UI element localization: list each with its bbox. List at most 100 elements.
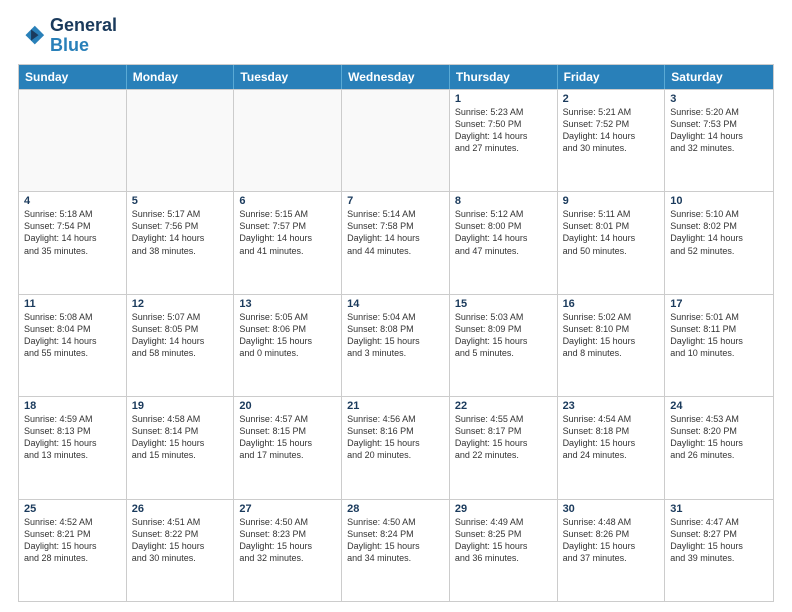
cell-text: Sunrise: 5:07 AM Sunset: 8:05 PM Dayligh… [132,311,229,360]
day-number: 2 [563,93,660,105]
cal-cell: 27Sunrise: 4:50 AM Sunset: 8:23 PM Dayli… [234,500,342,601]
cell-text: Sunrise: 4:50 AM Sunset: 8:24 PM Dayligh… [347,516,444,565]
day-number: 21 [347,400,444,412]
cell-text: Sunrise: 4:47 AM Sunset: 8:27 PM Dayligh… [670,516,768,565]
day-number: 1 [455,93,552,105]
cell-text: Sunrise: 4:50 AM Sunset: 8:23 PM Dayligh… [239,516,336,565]
day-number: 19 [132,400,229,412]
day-number: 7 [347,195,444,207]
cell-text: Sunrise: 5:01 AM Sunset: 8:11 PM Dayligh… [670,311,768,360]
cal-header-sunday: Sunday [19,65,127,89]
day-number: 14 [347,298,444,310]
cal-cell: 6Sunrise: 5:15 AM Sunset: 7:57 PM Daylig… [234,192,342,293]
cal-cell: 12Sunrise: 5:07 AM Sunset: 8:05 PM Dayli… [127,295,235,396]
header: General Blue [18,16,774,56]
day-number: 5 [132,195,229,207]
cal-cell: 17Sunrise: 5:01 AM Sunset: 8:11 PM Dayli… [665,295,773,396]
cell-text: Sunrise: 5:02 AM Sunset: 8:10 PM Dayligh… [563,311,660,360]
cal-cell [342,90,450,191]
cal-cell: 1Sunrise: 5:23 AM Sunset: 7:50 PM Daylig… [450,90,558,191]
day-number: 10 [670,195,768,207]
cal-cell: 19Sunrise: 4:58 AM Sunset: 8:14 PM Dayli… [127,397,235,498]
page: General Blue SundayMondayTuesdayWednesda… [0,0,792,612]
day-number: 31 [670,503,768,515]
day-number: 13 [239,298,336,310]
day-number: 16 [563,298,660,310]
cal-row-1: 4Sunrise: 5:18 AM Sunset: 7:54 PM Daylig… [19,191,773,293]
cal-cell: 21Sunrise: 4:56 AM Sunset: 8:16 PM Dayli… [342,397,450,498]
cal-cell: 8Sunrise: 5:12 AM Sunset: 8:00 PM Daylig… [450,192,558,293]
cell-text: Sunrise: 5:14 AM Sunset: 7:58 PM Dayligh… [347,208,444,257]
cell-text: Sunrise: 4:52 AM Sunset: 8:21 PM Dayligh… [24,516,121,565]
cell-text: Sunrise: 4:55 AM Sunset: 8:17 PM Dayligh… [455,413,552,462]
cell-text: Sunrise: 5:21 AM Sunset: 7:52 PM Dayligh… [563,106,660,155]
calendar: SundayMondayTuesdayWednesdayThursdayFrid… [18,64,774,602]
calendar-header-row: SundayMondayTuesdayWednesdayThursdayFrid… [19,65,773,89]
cal-cell: 24Sunrise: 4:53 AM Sunset: 8:20 PM Dayli… [665,397,773,498]
cal-cell [127,90,235,191]
cal-row-4: 25Sunrise: 4:52 AM Sunset: 8:21 PM Dayli… [19,499,773,601]
cal-cell: 14Sunrise: 5:04 AM Sunset: 8:08 PM Dayli… [342,295,450,396]
cal-header-wednesday: Wednesday [342,65,450,89]
cell-text: Sunrise: 4:53 AM Sunset: 8:20 PM Dayligh… [670,413,768,462]
cell-text: Sunrise: 5:12 AM Sunset: 8:00 PM Dayligh… [455,208,552,257]
day-number: 26 [132,503,229,515]
day-number: 28 [347,503,444,515]
day-number: 11 [24,298,121,310]
day-number: 18 [24,400,121,412]
cal-cell: 16Sunrise: 5:02 AM Sunset: 8:10 PM Dayli… [558,295,666,396]
cal-cell: 3Sunrise: 5:20 AM Sunset: 7:53 PM Daylig… [665,90,773,191]
cell-text: Sunrise: 5:17 AM Sunset: 7:56 PM Dayligh… [132,208,229,257]
day-number: 9 [563,195,660,207]
cal-cell: 20Sunrise: 4:57 AM Sunset: 8:15 PM Dayli… [234,397,342,498]
cal-cell: 11Sunrise: 5:08 AM Sunset: 8:04 PM Dayli… [19,295,127,396]
day-number: 6 [239,195,336,207]
logo: General Blue [18,16,117,56]
cal-header-tuesday: Tuesday [234,65,342,89]
cell-text: Sunrise: 5:08 AM Sunset: 8:04 PM Dayligh… [24,311,121,360]
cell-text: Sunrise: 4:54 AM Sunset: 8:18 PM Dayligh… [563,413,660,462]
day-number: 20 [239,400,336,412]
cal-cell: 10Sunrise: 5:10 AM Sunset: 8:02 PM Dayli… [665,192,773,293]
cal-cell: 13Sunrise: 5:05 AM Sunset: 8:06 PM Dayli… [234,295,342,396]
cal-header-thursday: Thursday [450,65,558,89]
cal-header-saturday: Saturday [665,65,773,89]
day-number: 27 [239,503,336,515]
day-number: 25 [24,503,121,515]
day-number: 23 [563,400,660,412]
cell-text: Sunrise: 5:18 AM Sunset: 7:54 PM Dayligh… [24,208,121,257]
cal-cell: 25Sunrise: 4:52 AM Sunset: 8:21 PM Dayli… [19,500,127,601]
cal-row-2: 11Sunrise: 5:08 AM Sunset: 8:04 PM Dayli… [19,294,773,396]
cal-row-0: 1Sunrise: 5:23 AM Sunset: 7:50 PM Daylig… [19,89,773,191]
cell-text: Sunrise: 4:49 AM Sunset: 8:25 PM Dayligh… [455,516,552,565]
cal-header-friday: Friday [558,65,666,89]
day-number: 4 [24,195,121,207]
cal-cell: 30Sunrise: 4:48 AM Sunset: 8:26 PM Dayli… [558,500,666,601]
cell-text: Sunrise: 5:23 AM Sunset: 7:50 PM Dayligh… [455,106,552,155]
cell-text: Sunrise: 4:58 AM Sunset: 8:14 PM Dayligh… [132,413,229,462]
day-number: 3 [670,93,768,105]
cal-cell: 22Sunrise: 4:55 AM Sunset: 8:17 PM Dayli… [450,397,558,498]
cal-cell: 5Sunrise: 5:17 AM Sunset: 7:56 PM Daylig… [127,192,235,293]
cell-text: Sunrise: 5:15 AM Sunset: 7:57 PM Dayligh… [239,208,336,257]
day-number: 30 [563,503,660,515]
day-number: 17 [670,298,768,310]
cal-cell: 29Sunrise: 4:49 AM Sunset: 8:25 PM Dayli… [450,500,558,601]
cal-cell: 28Sunrise: 4:50 AM Sunset: 8:24 PM Dayli… [342,500,450,601]
cell-text: Sunrise: 5:03 AM Sunset: 8:09 PM Dayligh… [455,311,552,360]
cal-cell [19,90,127,191]
day-number: 22 [455,400,552,412]
day-number: 29 [455,503,552,515]
logo-text: General Blue [50,16,117,56]
cal-header-monday: Monday [127,65,235,89]
cell-text: Sunrise: 4:57 AM Sunset: 8:15 PM Dayligh… [239,413,336,462]
cal-cell [234,90,342,191]
cal-cell: 26Sunrise: 4:51 AM Sunset: 8:22 PM Dayli… [127,500,235,601]
cal-cell: 9Sunrise: 5:11 AM Sunset: 8:01 PM Daylig… [558,192,666,293]
cell-text: Sunrise: 5:20 AM Sunset: 7:53 PM Dayligh… [670,106,768,155]
day-number: 8 [455,195,552,207]
cal-cell: 23Sunrise: 4:54 AM Sunset: 8:18 PM Dayli… [558,397,666,498]
day-number: 15 [455,298,552,310]
day-number: 24 [670,400,768,412]
cell-text: Sunrise: 5:11 AM Sunset: 8:01 PM Dayligh… [563,208,660,257]
